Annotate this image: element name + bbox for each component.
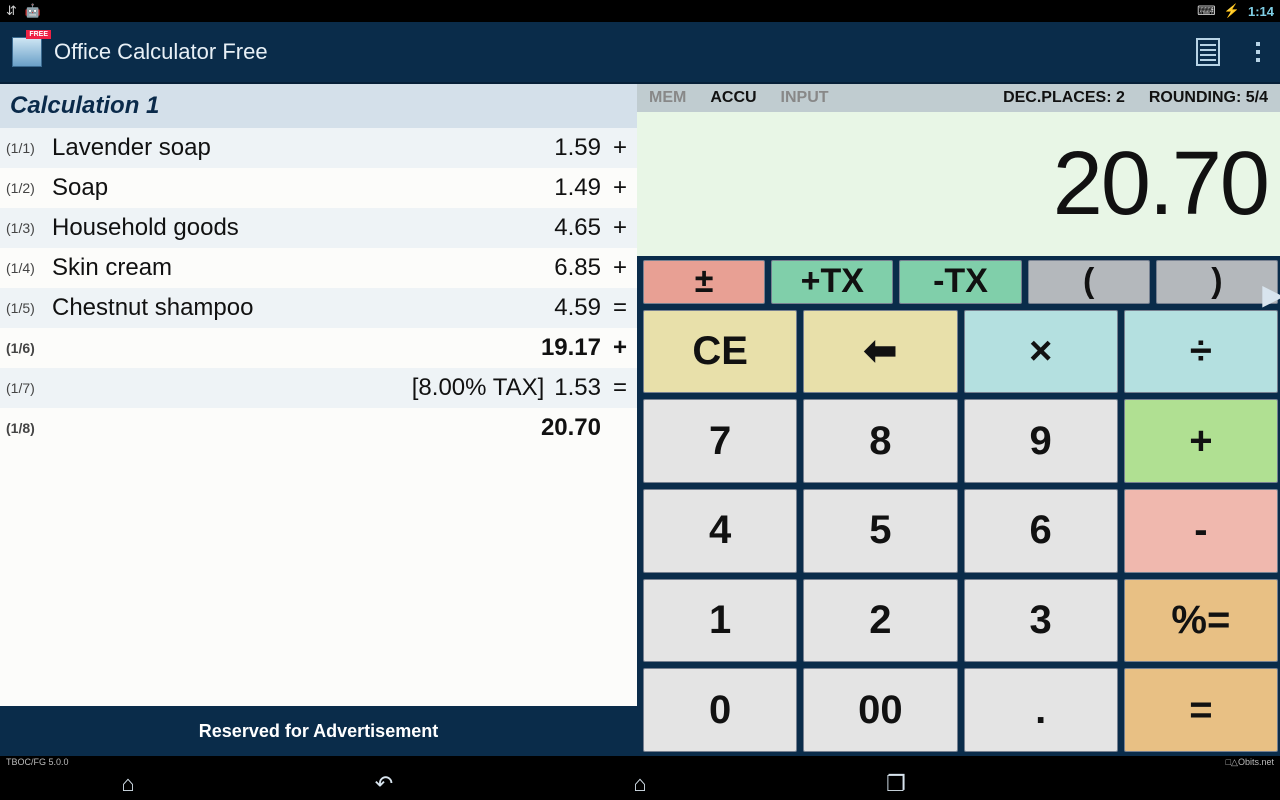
tape-row-operator: + [601,334,627,362]
ce-button[interactable]: CE [643,310,797,394]
tape-row-value: 4.59 [554,294,601,322]
plus-button[interactable]: + [1124,399,1278,483]
calculator-display: 20.70 [637,112,1280,256]
nav-back-button[interactable]: ↶ [354,771,414,797]
digit-8-button[interactable]: 8 [803,399,957,483]
tape-row-value: 1.59 [554,134,601,162]
tape-row-index: (1/7) [6,380,52,396]
keyboard-icon: ⌨ [1197,3,1216,19]
minus-button[interactable]: - [1124,489,1278,573]
usb-icon: ⇵ [6,3,17,19]
footer-credit: □△Obits.net [1226,757,1274,768]
tape-row[interactable]: (1/8) 20.70 [0,408,637,448]
decimal-button[interactable]: . [964,668,1118,752]
tape-row-label: Chestnut shampoo [52,294,544,322]
battery-icon: ⚡ [1224,3,1240,19]
tape-row-index: (1/5) [6,300,52,316]
tape-row[interactable]: (1/1)Lavender soap 1.59+ [0,128,637,168]
plus-minus-button[interactable]: ± [643,260,765,304]
tape-row[interactable]: (1/5)Chestnut shampoo 4.59= [0,288,637,328]
tape-row[interactable]: (1/2)Soap 1.49+ [0,168,637,208]
tape-row-operator: + [601,174,627,202]
nav-home-button[interactable]: ⌂ [610,771,670,797]
rparen-button[interactable]: ) [1156,260,1278,304]
tape-row-label: Soap [52,174,544,202]
percent-equal-button[interactable]: %= [1124,579,1278,663]
tape-row-index: (1/8) [6,420,52,436]
tape-row-index: (1/6) [6,340,52,356]
plus-tax-button[interactable]: +TX [771,260,893,304]
tape-row-operator: = [601,374,627,402]
multiply-button[interactable]: × [964,310,1118,394]
digit-00-button[interactable]: 00 [803,668,957,752]
calculator-panel: MEM ACCU INPUT DEC.PLACES: 2 ROUNDING: 5… [637,84,1280,756]
nav-recent-button[interactable]: ❐ [866,771,926,797]
digit-0-button[interactable]: 0 [643,668,797,752]
tape-rows[interactable]: (1/1)Lavender soap1.59+(1/2)Soap1.49+(1/… [0,128,637,706]
app-icon: FREE [12,37,42,67]
digit-2-button[interactable]: 2 [803,579,957,663]
footer-bar: TBOC/FG 5.0.0 □△Obits.net [0,756,1280,768]
clock-text: 1:14 [1248,4,1274,19]
tape-row[interactable]: (1/3)Household goods 4.65+ [0,208,637,248]
equals-button[interactable]: = [1124,668,1278,752]
footer-version: TBOC/FG 5.0.0 [6,757,69,767]
overflow-menu-icon[interactable] [1248,42,1268,62]
tape-row-operator: = [601,294,627,322]
info-decplaces[interactable]: DEC.PLACES: 2 [991,89,1137,107]
tape-row-label: Lavender soap [52,134,544,162]
info-input[interactable]: INPUT [769,89,841,107]
tape-row[interactable]: (1/7) [8.00% TAX] 1.53= [0,368,637,408]
android-status-bar: ⇵ 🤖 ⌨ ⚡ 1:14 [0,0,1280,22]
tape-row-operator: + [601,254,627,282]
digit-4-button[interactable]: 4 [643,489,797,573]
nav-drawer-button[interactable]: ⌂ [98,771,158,797]
ad-placeholder: Reserved for Advertisement [0,706,637,756]
info-accu[interactable]: ACCU [698,89,768,107]
tape-row-value: 1.49 [554,174,601,202]
info-bar: MEM ACCU INPUT DEC.PLACES: 2 ROUNDING: 5… [637,84,1280,112]
tape-row-index: (1/2) [6,180,52,196]
app-bar: FREE Office Calculator Free [0,22,1280,84]
digit-9-button[interactable]: 9 [964,399,1118,483]
keypad-next-icon[interactable]: ▶ [1264,264,1280,324]
tape-row-label: Household goods [52,214,544,242]
tape-row-operator: + [601,214,627,242]
lparen-button[interactable]: ( [1028,260,1150,304]
info-rounding[interactable]: ROUNDING: 5/4 [1137,89,1280,107]
free-badge: FREE [26,30,51,39]
info-mem[interactable]: MEM [637,89,698,107]
digit-1-button[interactable]: 1 [643,579,797,663]
digit-5-button[interactable]: 5 [803,489,957,573]
tape-row[interactable]: (1/4)Skin cream 6.85+ [0,248,637,288]
tape-row-value: 1.53 [554,374,601,402]
tape-row-index: (1/3) [6,220,52,236]
android-nav-bar: ⌂ ↶ ⌂ ❐ [0,768,1280,800]
main-content: Calculation 1 (1/1)Lavender soap1.59+(1/… [0,84,1280,756]
app-title: Office Calculator Free [54,39,1184,65]
tape-row[interactable]: (1/6) 19.17+ [0,328,637,368]
minus-tax-button[interactable]: -TX [899,260,1021,304]
divide-button[interactable]: ÷ [1124,310,1278,394]
tape-row-value: 19.17 [541,334,601,362]
tape-row-note: [8.00% TAX] [412,374,545,402]
tape-row-value: 6.85 [554,254,601,282]
android-icon: 🤖 [25,3,41,19]
tape-toggle-icon[interactable] [1196,38,1220,66]
tape-row-value: 20.70 [541,414,601,442]
digit-6-button[interactable]: 6 [964,489,1118,573]
tape-row-index: (1/1) [6,140,52,156]
tape-row-operator: + [601,134,627,162]
tape-panel: Calculation 1 (1/1)Lavender soap1.59+(1/… [0,84,637,756]
backspace-button[interactable]: ⬅ [803,310,957,394]
tape-row-index: (1/4) [6,260,52,276]
digit-7-button[interactable]: 7 [643,399,797,483]
digit-3-button[interactable]: 3 [964,579,1118,663]
calculation-title[interactable]: Calculation 1 [0,84,637,128]
tape-row-label: Skin cream [52,254,544,282]
tape-row-value: 4.65 [554,214,601,242]
keypad: ▶ ± +TX -TX ( ) CE ⬅ × ÷ 7 8 9 + 4 [637,256,1280,756]
